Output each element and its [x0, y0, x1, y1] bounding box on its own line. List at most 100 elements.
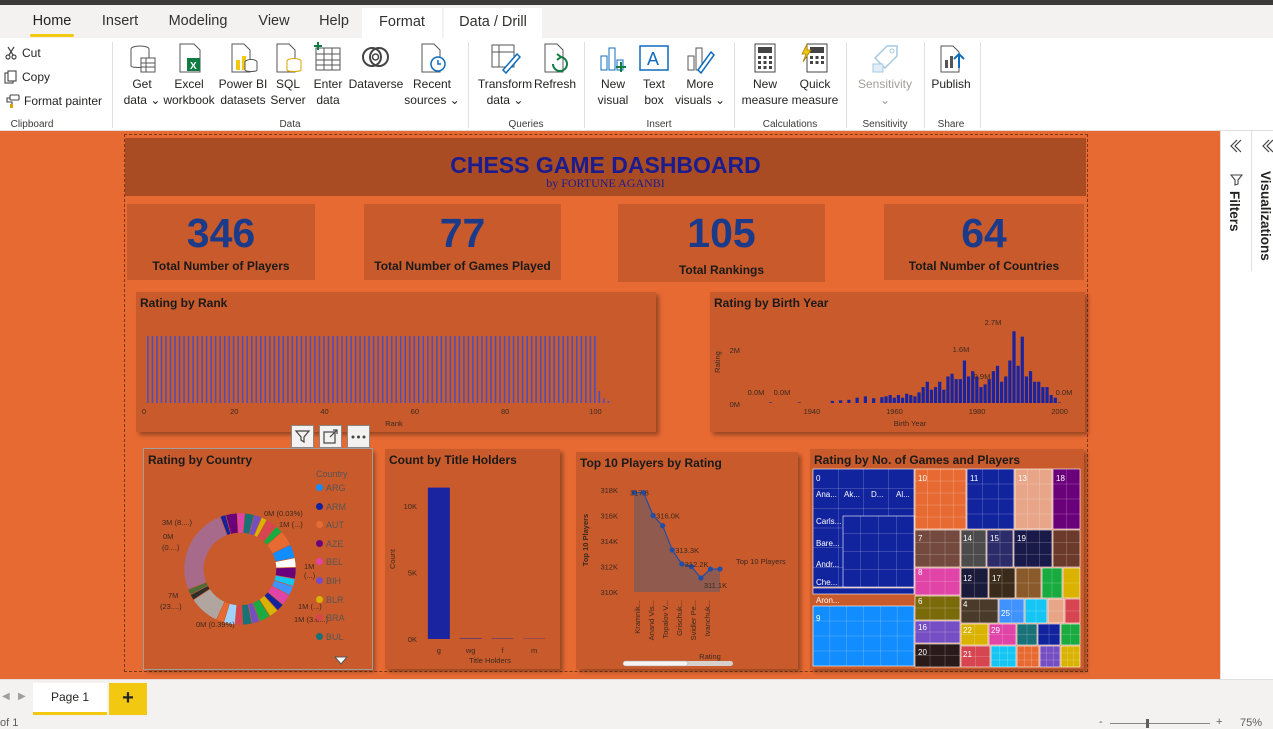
- legend-label: AZE: [326, 538, 344, 549]
- filters-pane-label[interactable]: Filters: [1227, 191, 1242, 232]
- database-icon: [130, 45, 156, 73]
- recent-sources-button[interactable]: Recent sources ⌄: [404, 42, 460, 108]
- enter-data-button[interactable]: Enter data: [308, 42, 348, 108]
- legend-label: BRA: [326, 613, 345, 624]
- treemap-visual[interactable]: Rating by No. of Games and Players 0 Ana.…: [810, 449, 1084, 669]
- rank-bar: [436, 336, 438, 403]
- next-page-icon[interactable]: ▶: [18, 691, 26, 702]
- zoom-slider-thumb[interactable]: [1146, 719, 1149, 728]
- excel-workbook-button[interactable]: X Excel workbook: [162, 42, 216, 108]
- kpi-value: 64: [961, 210, 1007, 256]
- collapse-visualizations-icon[interactable]: [1262, 139, 1273, 158]
- transform-icon: [491, 44, 521, 74]
- power-bi-datasets-button[interactable]: Power BI datasets: [218, 42, 268, 108]
- dataverse-button[interactable]: Dataverse: [348, 42, 404, 92]
- rank-bar: [580, 336, 583, 403]
- get-data-button[interactable]: Get data ⌄: [119, 42, 165, 108]
- tab-view[interactable]: View: [252, 7, 296, 38]
- focus-mode-icon[interactable]: [319, 425, 342, 448]
- publish-button[interactable]: Publish: [928, 42, 974, 92]
- legend-item[interactable]: BEL: [316, 557, 372, 576]
- new-measure-button[interactable]: New measure: [740, 42, 790, 108]
- filter-icon[interactable]: [291, 425, 314, 448]
- prev-page-icon[interactable]: ◀: [2, 691, 10, 702]
- rank-bar: [603, 398, 605, 403]
- zoom-in-button[interactable]: +: [1216, 716, 1222, 728]
- rank-bar: [463, 336, 465, 403]
- sensitivity-group-label: Sensitivity: [862, 119, 908, 130]
- tab-data-drill[interactable]: Data / Drill: [444, 8, 542, 39]
- birth-year-bar: [855, 397, 859, 403]
- birth-year-bar: [925, 381, 929, 403]
- dashboard-subtitle: by FORTUNE AGANBI: [546, 176, 665, 190]
- tab-insert[interactable]: Insert: [95, 7, 145, 38]
- cut-button[interactable]: Cut: [4, 45, 41, 61]
- rank-bar: [332, 336, 334, 403]
- rating-by-rank-visual[interactable]: Rating by Rank 0 20 40 60 80 100 Rank: [136, 292, 656, 432]
- rank-bar: [476, 336, 479, 403]
- more-options-icon[interactable]: [347, 425, 370, 448]
- rank-bar: [607, 400, 610, 403]
- tab-modeling[interactable]: Modeling: [162, 7, 234, 38]
- dashboard-banner[interactable]: CHESS GAME DASHBOARD by FORTUNE AGANBI: [125, 138, 1086, 196]
- sql-server-button[interactable]: SQL Server: [268, 42, 308, 108]
- tab-format[interactable]: Format: [362, 8, 442, 39]
- rank-bar: [359, 336, 361, 403]
- legend-item[interactable]: BUL: [316, 632, 372, 651]
- quick-measure-button[interactable]: Quick measure: [790, 42, 840, 108]
- x-tick-label: Ivanchuk...: [703, 600, 712, 636]
- kpi-card-countries[interactable]: 64 Total Number of Countries: [884, 204, 1084, 280]
- legend-scroll-down-icon[interactable]: [333, 653, 349, 665]
- rank-bar: [246, 336, 249, 403]
- legend-item[interactable]: BIH: [316, 576, 372, 595]
- transform-data-button[interactable]: Transform data ⌄: [474, 42, 536, 108]
- zoom-slider[interactable]: [1110, 723, 1210, 724]
- birth-year-bar: [913, 396, 917, 403]
- data-label: (...): [304, 571, 316, 580]
- birth-year-bar: [872, 398, 876, 403]
- rank-bar: [282, 336, 285, 403]
- more-visuals-button[interactable]: More visuals ⌄: [674, 42, 726, 108]
- legend-item[interactable]: BRA: [316, 613, 372, 632]
- dataverse-icon: [362, 47, 389, 67]
- divider: [924, 42, 925, 128]
- legend-item[interactable]: AUT: [316, 520, 372, 539]
- top-10-players-visual[interactable]: Top 10 Players by Rating 310K 312K 314K 316…: [576, 452, 798, 669]
- text-box-button[interactable]: A Text box: [634, 42, 674, 108]
- refresh-l1: Refresh: [534, 77, 577, 91]
- tab-help[interactable]: Help: [312, 7, 356, 38]
- rating-by-birth-year-visual[interactable]: Rating by Birth Year 0M 2M Rating 1940 1960 1…: [710, 292, 1085, 432]
- copy-button[interactable]: Copy: [4, 69, 50, 85]
- legend-item[interactable]: ARG: [316, 483, 372, 502]
- legend-item[interactable]: BLR: [316, 595, 372, 614]
- rank-bar: [323, 336, 325, 403]
- kpi-card-games[interactable]: 77 Total Number of Games Played: [364, 204, 561, 280]
- page-tab[interactable]: Page 1: [33, 683, 107, 715]
- tab-home[interactable]: Home: [26, 7, 78, 38]
- legend-swatch: [316, 595, 323, 603]
- format-painter-button[interactable]: Format painter: [4, 93, 102, 109]
- rank-bar: [594, 336, 596, 403]
- refresh-button[interactable]: Refresh: [534, 42, 576, 92]
- visualizations-pane-label[interactable]: Visualizations: [1258, 171, 1273, 261]
- enter-data-l2: data: [316, 93, 340, 107]
- legend-item[interactable]: AZE: [316, 539, 372, 558]
- count-by-title-holders-visual[interactable]: Count by Title Holders 0K 5K 10K Count g wg f m…: [385, 449, 560, 669]
- svg-text:X: X: [190, 61, 197, 72]
- collapse-filters-icon[interactable]: [1230, 139, 1242, 157]
- add-page-button[interactable]: +: [109, 683, 147, 715]
- sensitivity-button[interactable]: Sensitivity ⌄: [854, 42, 916, 108]
- rank-bar: [571, 336, 574, 403]
- new-visual-button[interactable]: New visual: [592, 42, 634, 108]
- kpi-card-players[interactable]: 346 Total Number of Players: [127, 204, 315, 280]
- birth-year-bar: [888, 395, 892, 403]
- quick-measure-l1: Quick: [799, 77, 831, 91]
- legend-swatch: [316, 502, 323, 510]
- legend-item[interactable]: ARM: [316, 502, 372, 521]
- rank-bar: [368, 336, 370, 403]
- data-label: 0.9M: [974, 372, 991, 381]
- format-painter-label: Format painter: [24, 94, 103, 108]
- rating-by-country-visual[interactable]: Rating by Country 0M (0.03%) 1M (...) 1M (.…: [143, 448, 373, 670]
- kpi-card-rankings[interactable]: 105 Total Rankings: [618, 204, 825, 282]
- zoom-out-button[interactable]: -: [1099, 716, 1103, 728]
